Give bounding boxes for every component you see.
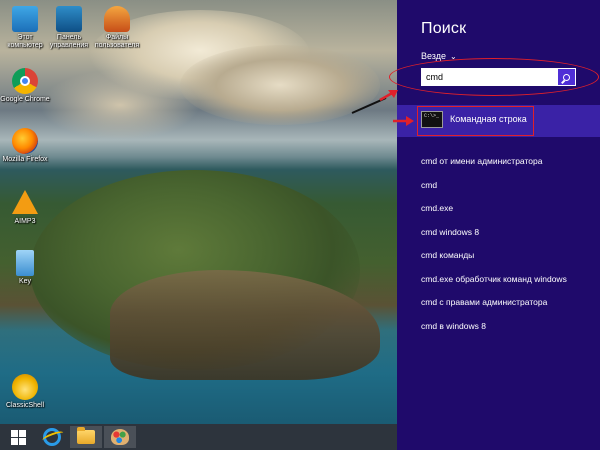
classicshell-icon — [12, 374, 38, 400]
search-suggestion[interactable]: cmd — [421, 180, 567, 204]
control-panel-icon — [56, 6, 82, 32]
wallpaper-cloud — [40, 70, 200, 140]
internet-explorer-icon — [43, 428, 61, 446]
search-charm-title: Поиск — [421, 20, 467, 37]
chevron-down-icon: ⌄ — [450, 52, 457, 61]
search-charm-panel: Поиск Везде ⌄ cmd от имени администратора… — [397, 0, 600, 450]
search-scope-label: Везде — [421, 51, 446, 61]
best-match-label: Командная строка — [450, 114, 527, 124]
paint-icon — [111, 429, 129, 445]
search-suggestion[interactable]: cmd с правами администратора — [421, 297, 567, 321]
desktop-icon-label: Панель управления — [49, 34, 89, 49]
desktop-icon-label: Файлы пользователя — [94, 34, 140, 49]
search-box — [421, 68, 576, 86]
desktop-icon-classicshell[interactable]: ClassicShell — [0, 374, 50, 410]
desktop-icon-key[interactable]: Key — [0, 250, 50, 286]
search-icon — [563, 73, 570, 81]
start-button[interactable] — [2, 426, 34, 448]
search-suggestion[interactable]: cmd.exe — [421, 203, 567, 227]
taskbar-internet-explorer[interactable] — [36, 426, 68, 448]
search-suggestion[interactable]: cmd от имени администратора — [421, 156, 567, 180]
search-suggestions: cmd от имени администратора cmd cmd.exe … — [421, 156, 567, 344]
desktop-icon-user-folder[interactable]: Файлы пользователя — [92, 6, 142, 50]
desktop-icon-label: AIMP3 — [14, 218, 36, 225]
desktop-icon-label: Google Chrome — [0, 96, 50, 103]
search-suggestion[interactable]: cmd windows 8 — [421, 227, 567, 251]
desktop-icon-aimp[interactable]: AIMP3 — [0, 190, 50, 226]
search-suggestion[interactable]: cmd команды — [421, 250, 567, 274]
aimp-icon — [12, 190, 38, 214]
windows-start-icon — [10, 429, 26, 445]
taskbar — [0, 424, 397, 450]
user-folder-icon — [104, 6, 130, 32]
desktop-icon-firefox[interactable]: Mozilla Firefox — [0, 128, 50, 164]
desktop-icon-label: ClassicShell — [5, 402, 45, 409]
taskbar-file-explorer[interactable] — [70, 426, 102, 448]
search-suggestion[interactable]: cmd в windows 8 — [421, 321, 567, 345]
command-prompt-icon: C:\>_ — [421, 111, 443, 128]
desktop-icon-label: Key — [18, 278, 32, 285]
computer-icon — [12, 6, 38, 32]
file-explorer-icon — [77, 427, 95, 444]
firefox-icon — [12, 128, 38, 154]
desktop-icon-chrome[interactable]: Google Chrome — [0, 68, 50, 104]
search-button[interactable] — [558, 69, 575, 85]
desktop-icon-this-pc[interactable]: Этот компьютер — [0, 6, 50, 50]
desktop-icon-label: Этот компьютер — [7, 34, 43, 49]
wallpaper-cloud — [180, 45, 380, 125]
chrome-icon — [12, 68, 38, 94]
desktop-icon-control-panel[interactable]: Панель управления — [44, 6, 94, 50]
desktop-wallpaper: Этот компьютер Панель управления Файлы п… — [0, 0, 397, 424]
desktop-icon-label: Mozilla Firefox — [2, 156, 48, 163]
key-icon — [16, 250, 34, 276]
taskbar-paint[interactable] — [104, 426, 136, 448]
best-match-result[interactable]: C:\>_ Командная строка — [397, 105, 600, 137]
search-input[interactable] — [422, 69, 557, 85]
search-suggestion[interactable]: cmd.exe обработчик команд windows — [421, 274, 567, 298]
search-scope-dropdown[interactable]: Везде ⌄ — [421, 51, 457, 61]
